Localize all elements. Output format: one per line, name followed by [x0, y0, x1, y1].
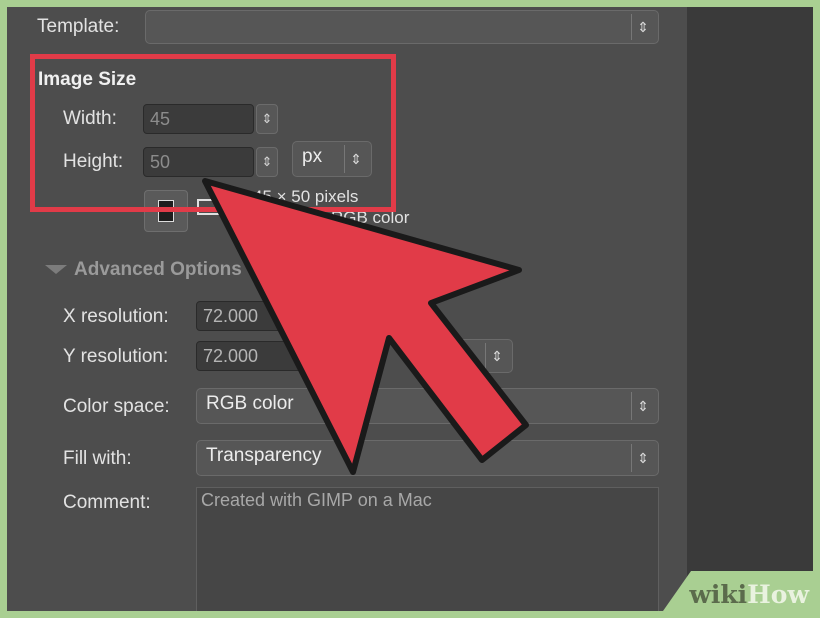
comment-value: Created with GIMP on a Mac: [201, 490, 432, 510]
triangle-expander-icon[interactable]: [45, 265, 67, 274]
x-resolution-field[interactable]: 72.000: [196, 301, 336, 331]
fill-with-select[interactable]: Transparency ⇕: [196, 440, 659, 476]
highlight-box: [30, 54, 396, 212]
watermark-wiki: wiki: [689, 580, 748, 609]
color-space-select[interactable]: RGB color ⇕: [196, 388, 659, 424]
y-resolution-label: Y resolution:: [63, 346, 169, 367]
color-space-value: RGB color: [206, 393, 294, 414]
advanced-options-label[interactable]: Advanced Options: [74, 258, 242, 282]
watermark-text: wikiHow: [689, 580, 809, 609]
up-down-arrows-icon: ⇕: [631, 392, 654, 420]
watermark-how: How: [747, 580, 809, 609]
new-image-dialog: Template: ⇕ Image Size Width: 45 ⇕ Heigh…: [7, 7, 687, 611]
up-down-arrows-icon: ⇕: [485, 343, 508, 369]
template-label: Template:: [37, 16, 120, 37]
comment-textarea[interactable]: Created with GIMP on a Mac: [196, 487, 659, 611]
y-resolution-field[interactable]: 72.000: [196, 341, 336, 371]
comment-label: Comment:: [63, 492, 151, 513]
up-down-arrows-icon: ⇕: [631, 444, 654, 472]
x-resolution-label: X resolution:: [63, 306, 169, 327]
up-down-arrows-icon: ⇕: [631, 14, 654, 40]
template-select[interactable]: ⇕: [145, 10, 659, 44]
fill-with-value: Transparency: [206, 445, 322, 466]
watermark: wikiHow: [663, 571, 813, 611]
color-space-label: Color space:: [63, 396, 170, 417]
canvas-panel: [687, 7, 813, 611]
screenshot-frame: Template: ⇕ Image Size Width: 45 ⇕ Heigh…: [7, 7, 813, 611]
resolution-unit-select[interactable]: ⇕: [427, 339, 513, 373]
fill-with-label: Fill with:: [63, 448, 132, 469]
